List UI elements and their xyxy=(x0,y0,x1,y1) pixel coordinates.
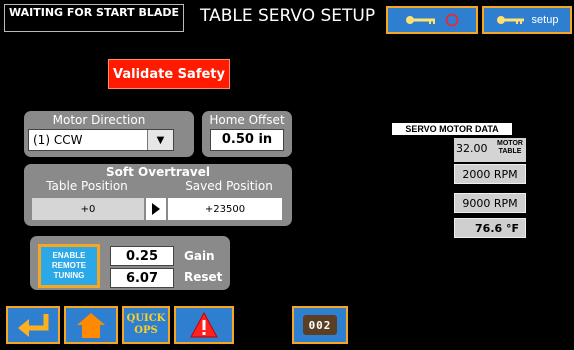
back-arrow-icon xyxy=(18,314,49,337)
soft-overtravel-panel: Soft Overtravel Table Position Saved Pos… xyxy=(24,164,292,226)
saved-position-value: +23500 xyxy=(168,198,282,220)
servo-temp-label: SERVO TEMP xyxy=(391,216,450,226)
reset-input[interactable]: 6.07 xyxy=(110,268,174,288)
gain-label: Gain xyxy=(184,249,215,263)
warning-icon xyxy=(190,311,218,338)
quick-ops-button[interactable]: QUICK OPS xyxy=(122,306,170,344)
motor-direction-label: Motor Direction xyxy=(52,113,146,127)
tuning-panel: ENABLE REMOTE TUNING 0.25 Gain 6.07 Rese… xyxy=(30,236,230,290)
save-position-button[interactable] xyxy=(146,198,166,220)
servo-temp-value: 76.6 °F xyxy=(454,218,526,238)
key-icon xyxy=(496,16,524,24)
rated-servo-speed-label: RATED SERVO SPEED xyxy=(385,162,450,182)
table-position-value: +0 xyxy=(32,198,144,220)
counter-icon: 002 xyxy=(303,315,337,335)
setup-button[interactable]: setup xyxy=(482,6,572,34)
page-title: TABLE SERVO SETUP xyxy=(200,6,376,26)
servo-motor-data-title: SERVO MOTOR DATA xyxy=(392,123,512,135)
alarm-button[interactable] xyxy=(174,306,234,344)
motor-direction-value: (1) CCW xyxy=(33,133,83,147)
home-offset-label: Home Offset xyxy=(209,113,285,127)
saved-position-label: Saved Position xyxy=(185,179,273,193)
home-icon xyxy=(77,313,105,338)
motor-table-label: MOTOR TABLE xyxy=(497,140,523,155)
home-offset-input[interactable]: 0.50 in xyxy=(210,129,284,151)
gain-input[interactable]: 0.25 xyxy=(110,246,174,266)
home-button[interactable] xyxy=(64,306,118,344)
machine-status: WAITING FOR START BLADE xyxy=(4,4,184,32)
gear-ratio-label: GEAR RATIO xyxy=(394,140,450,150)
gear-ratio-value: 32.00 xyxy=(456,142,488,155)
motor-direction-select[interactable]: (1) CCW ▼ xyxy=(28,129,174,151)
back-button[interactable] xyxy=(6,306,60,344)
counter-button[interactable]: 002 xyxy=(292,306,348,344)
motor-direction-panel: Motor Direction (1) CCW ▼ xyxy=(24,111,194,157)
table-position-label: Table Position xyxy=(46,179,128,193)
reset-label: Reset xyxy=(184,270,223,284)
key-icon xyxy=(406,16,435,24)
chevron-down-icon[interactable]: ▼ xyxy=(147,130,173,150)
enable-remote-tuning-button[interactable]: ENABLE REMOTE TUNING xyxy=(38,244,100,288)
max-servo-speed-value: 9000 RPM xyxy=(454,193,526,213)
setup-label: setup xyxy=(531,14,559,26)
key-lock-button[interactable] xyxy=(386,6,478,34)
home-offset-panel: Home Offset 0.50 in xyxy=(202,111,292,157)
counter-value: 002 xyxy=(308,318,332,332)
validate-safety-button[interactable]: Validate Safety xyxy=(108,59,230,89)
max-servo-speed-label: MAX SERVO SPEED xyxy=(396,193,450,213)
power-off-icon xyxy=(445,13,459,27)
rated-servo-speed-value: 2000 RPM xyxy=(454,164,526,184)
play-arrow-icon xyxy=(152,203,160,215)
soft-overtravel-title: Soft Overtravel xyxy=(106,165,210,179)
